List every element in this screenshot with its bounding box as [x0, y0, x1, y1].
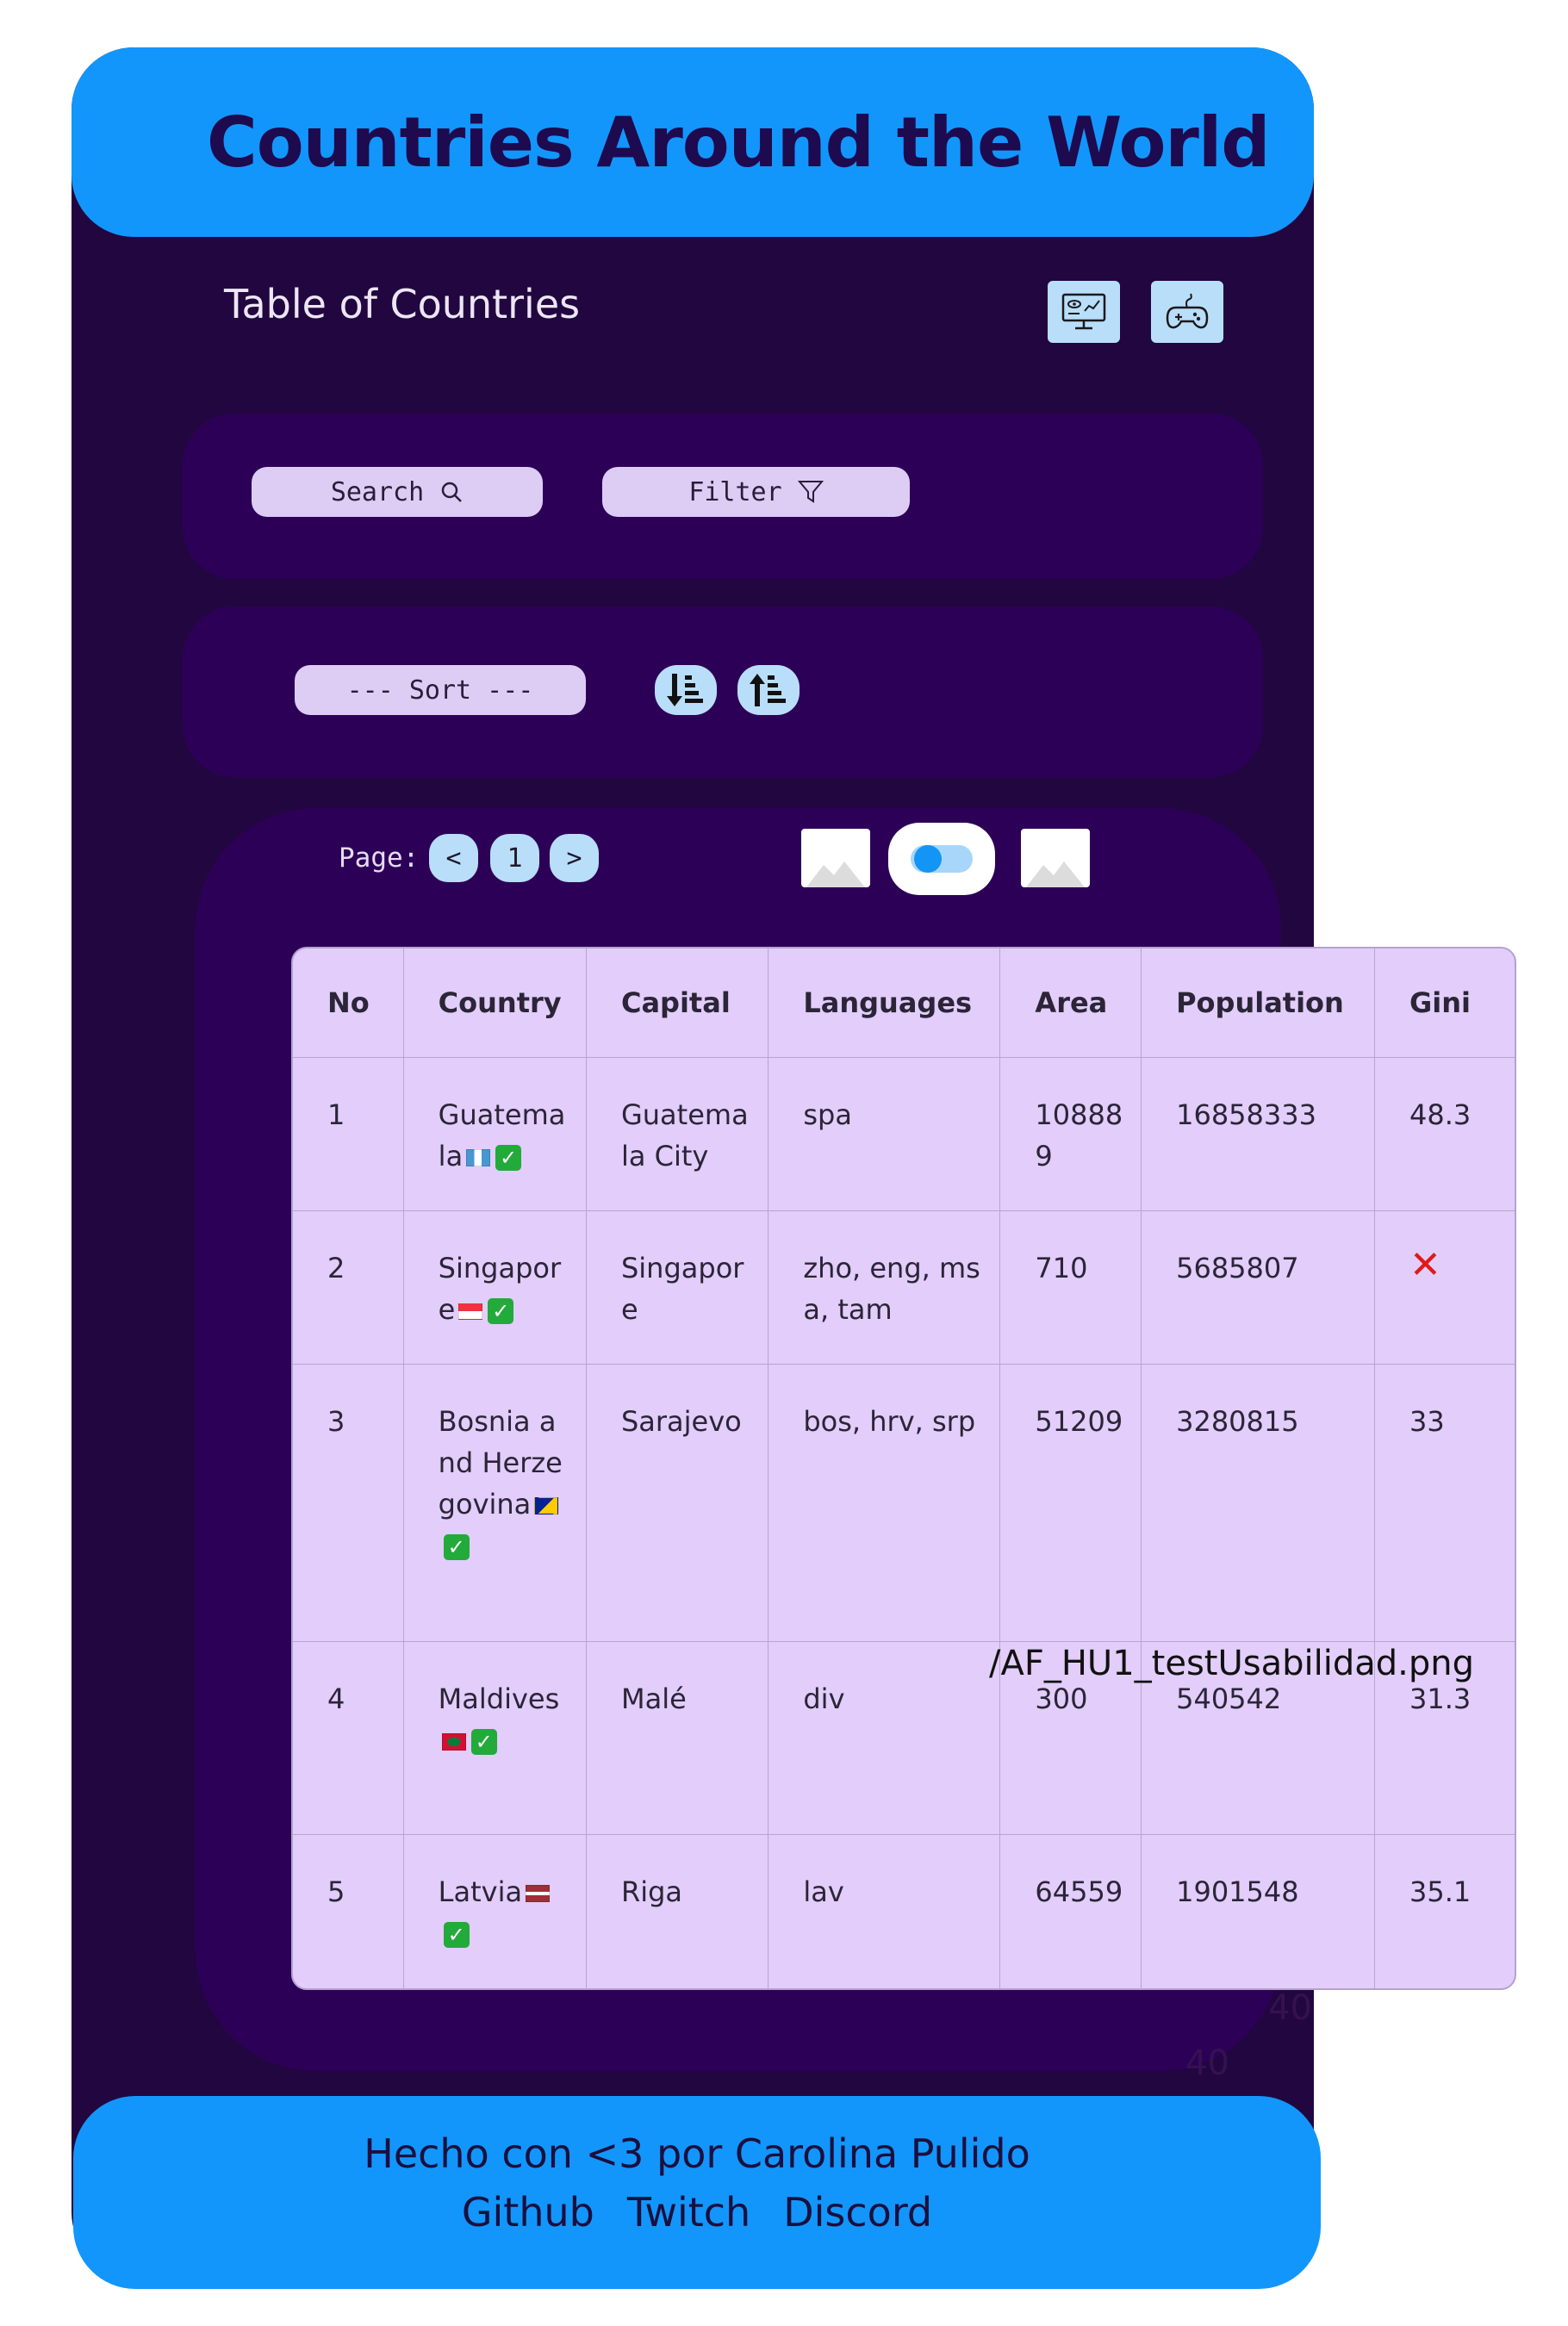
card-view-image[interactable]	[1021, 829, 1090, 887]
country-name: Latvia	[438, 1875, 523, 1908]
cell-country: Singapore ✓	[403, 1211, 587, 1365]
cell-languages: zho, eng, msa, tam	[768, 1211, 1001, 1365]
ghost-number: 40	[1185, 2043, 1229, 2083]
cell-area: 64559	[1000, 1835, 1142, 1988]
search-label: Search	[330, 476, 425, 507]
cell-country: Bosnia and Herzegovina✓	[403, 1365, 587, 1642]
section-subtitle: Table of Countries	[224, 281, 581, 327]
filter-button[interactable]: Filter	[602, 467, 910, 517]
cell-languages: lav	[768, 1835, 1001, 1988]
sort-descending-icon	[667, 674, 703, 706]
cell-population: 16858333	[1142, 1058, 1375, 1211]
check-icon: ✓	[443, 1922, 470, 1948]
view-mode-button[interactable]	[1048, 281, 1120, 343]
cell-gini: ✕	[1374, 1211, 1515, 1365]
cell-area: 710	[1000, 1211, 1142, 1365]
sort-ascending-icon	[750, 674, 786, 706]
cell-no: 1	[293, 1058, 404, 1211]
next-page-button[interactable]: >	[550, 834, 599, 882]
pagination-label: Page:	[339, 843, 420, 874]
table-row[interactable]: 5 Latvia ✓ Riga lav 64559 1901548 35.1	[293, 1835, 1515, 1988]
column-header-population[interactable]: Population	[1142, 948, 1375, 1058]
cell-gini: 48.3	[1374, 1058, 1515, 1211]
view-toggle[interactable]	[888, 823, 995, 895]
cell-population: 5685807	[1142, 1211, 1375, 1365]
sort-ascending-button[interactable]	[737, 665, 800, 715]
column-header-gini[interactable]: Gini	[1374, 948, 1515, 1058]
cell-capital: Guatemala City	[586, 1058, 769, 1211]
check-icon: ✓	[443, 1534, 470, 1560]
search-button[interactable]: Search	[252, 467, 543, 517]
cell-no: 4	[293, 1642, 404, 1835]
missing-value-icon: ✕	[1409, 1243, 1441, 1287]
sort-descending-button[interactable]	[655, 665, 717, 715]
flag-icon	[534, 1497, 559, 1514]
column-header-country[interactable]: Country	[403, 948, 587, 1058]
image-path-overlay: /AF_HU1_testUsabilidad.png	[989, 1644, 1474, 1683]
cell-area: 108889	[1000, 1058, 1142, 1211]
image-placeholder-icon	[1026, 861, 1085, 887]
monitor-chart-icon	[1061, 293, 1106, 330]
cell-languages: div	[768, 1642, 1001, 1835]
cell-capital: Malé	[586, 1642, 769, 1835]
cell-population: 3280815	[1142, 1365, 1375, 1642]
cell-country: Maldives ✓	[403, 1642, 587, 1835]
page-header: Countries Around the World	[72, 47, 1314, 237]
cell-languages: spa	[768, 1058, 1001, 1211]
cell-population: 1901548	[1142, 1835, 1375, 1988]
table-row[interactable]: 2 Singapore ✓ Singapore zho, eng, msa, ta…	[293, 1211, 1515, 1365]
toggle-track	[911, 845, 973, 873]
footer-credit: Hecho con <3 por Carolina Pulido	[364, 2130, 1030, 2177]
cell-no: 2	[293, 1211, 404, 1365]
twitch-link[interactable]: Twitch	[627, 2189, 750, 2236]
check-icon: ✓	[495, 1145, 522, 1171]
cell-country: Latvia ✓	[404, 1835, 587, 1988]
countries-table: No Country Capital Languages Area Popula…	[291, 947, 1516, 1990]
page-title: Countries Around the World	[207, 103, 1271, 183]
flag-icon	[458, 1303, 483, 1320]
search-icon	[441, 482, 463, 502]
game-mode-button[interactable]	[1151, 281, 1223, 343]
flag-icon	[526, 1885, 551, 1902]
table-header-row: No Country Capital Languages Area Popula…	[293, 948, 1515, 1058]
check-icon: ✓	[470, 1729, 497, 1755]
cell-capital: Riga	[587, 1835, 769, 1988]
cell-gini: 35.1	[1409, 1875, 1472, 1908]
cell-area: 51209	[1000, 1365, 1142, 1642]
filter-icon	[797, 481, 824, 503]
gamepad-icon	[1166, 293, 1209, 329]
column-header-languages[interactable]: Languages	[768, 948, 1001, 1058]
cell-no: 3	[293, 1365, 404, 1642]
discord-link[interactable]: Discord	[783, 2189, 932, 2236]
column-header-no[interactable]: No	[293, 948, 404, 1058]
filter-label: Filter	[688, 476, 782, 507]
footer-links: Github Twitch Discord	[73, 2189, 1321, 2236]
country-name: Maldives	[438, 1682, 560, 1715]
github-link[interactable]: Github	[462, 2189, 594, 2236]
flag-icon	[441, 1733, 466, 1751]
flag-icon	[466, 1149, 491, 1166]
cell-country: Guatemala ✓	[403, 1058, 587, 1211]
prev-page-button[interactable]: <	[429, 834, 478, 882]
table-row[interactable]: 1 Guatemala ✓ Guatemala City spa 108889 1…	[293, 1058, 1515, 1211]
list-view-image[interactable]	[801, 829, 870, 887]
cell-capital: Singapore	[586, 1211, 769, 1365]
cell-gini: 33	[1374, 1365, 1515, 1642]
image-placeholder-icon	[806, 861, 865, 887]
cell-capital: Sarajevo	[586, 1365, 769, 1642]
column-header-capital[interactable]: Capital	[586, 948, 769, 1058]
page-footer: Hecho con <3 por Carolina Pulido Github …	[73, 2096, 1321, 2289]
sort-select[interactable]: --- Sort ---	[295, 665, 586, 715]
check-icon: ✓	[488, 1298, 514, 1324]
sort-label: --- Sort ---	[346, 675, 534, 706]
current-page-button[interactable]: 1	[490, 834, 539, 882]
table-row[interactable]: 3 Bosnia and Herzegovina✓ Sarajevo bos, …	[293, 1365, 1515, 1642]
toggle-knob	[914, 845, 942, 873]
cell-languages: bos, hrv, srp	[768, 1365, 1001, 1642]
column-header-area[interactable]: Area	[1000, 948, 1142, 1058]
ghost-number: 40	[1268, 1988, 1312, 2028]
cell-no: 5	[293, 1835, 404, 1988]
